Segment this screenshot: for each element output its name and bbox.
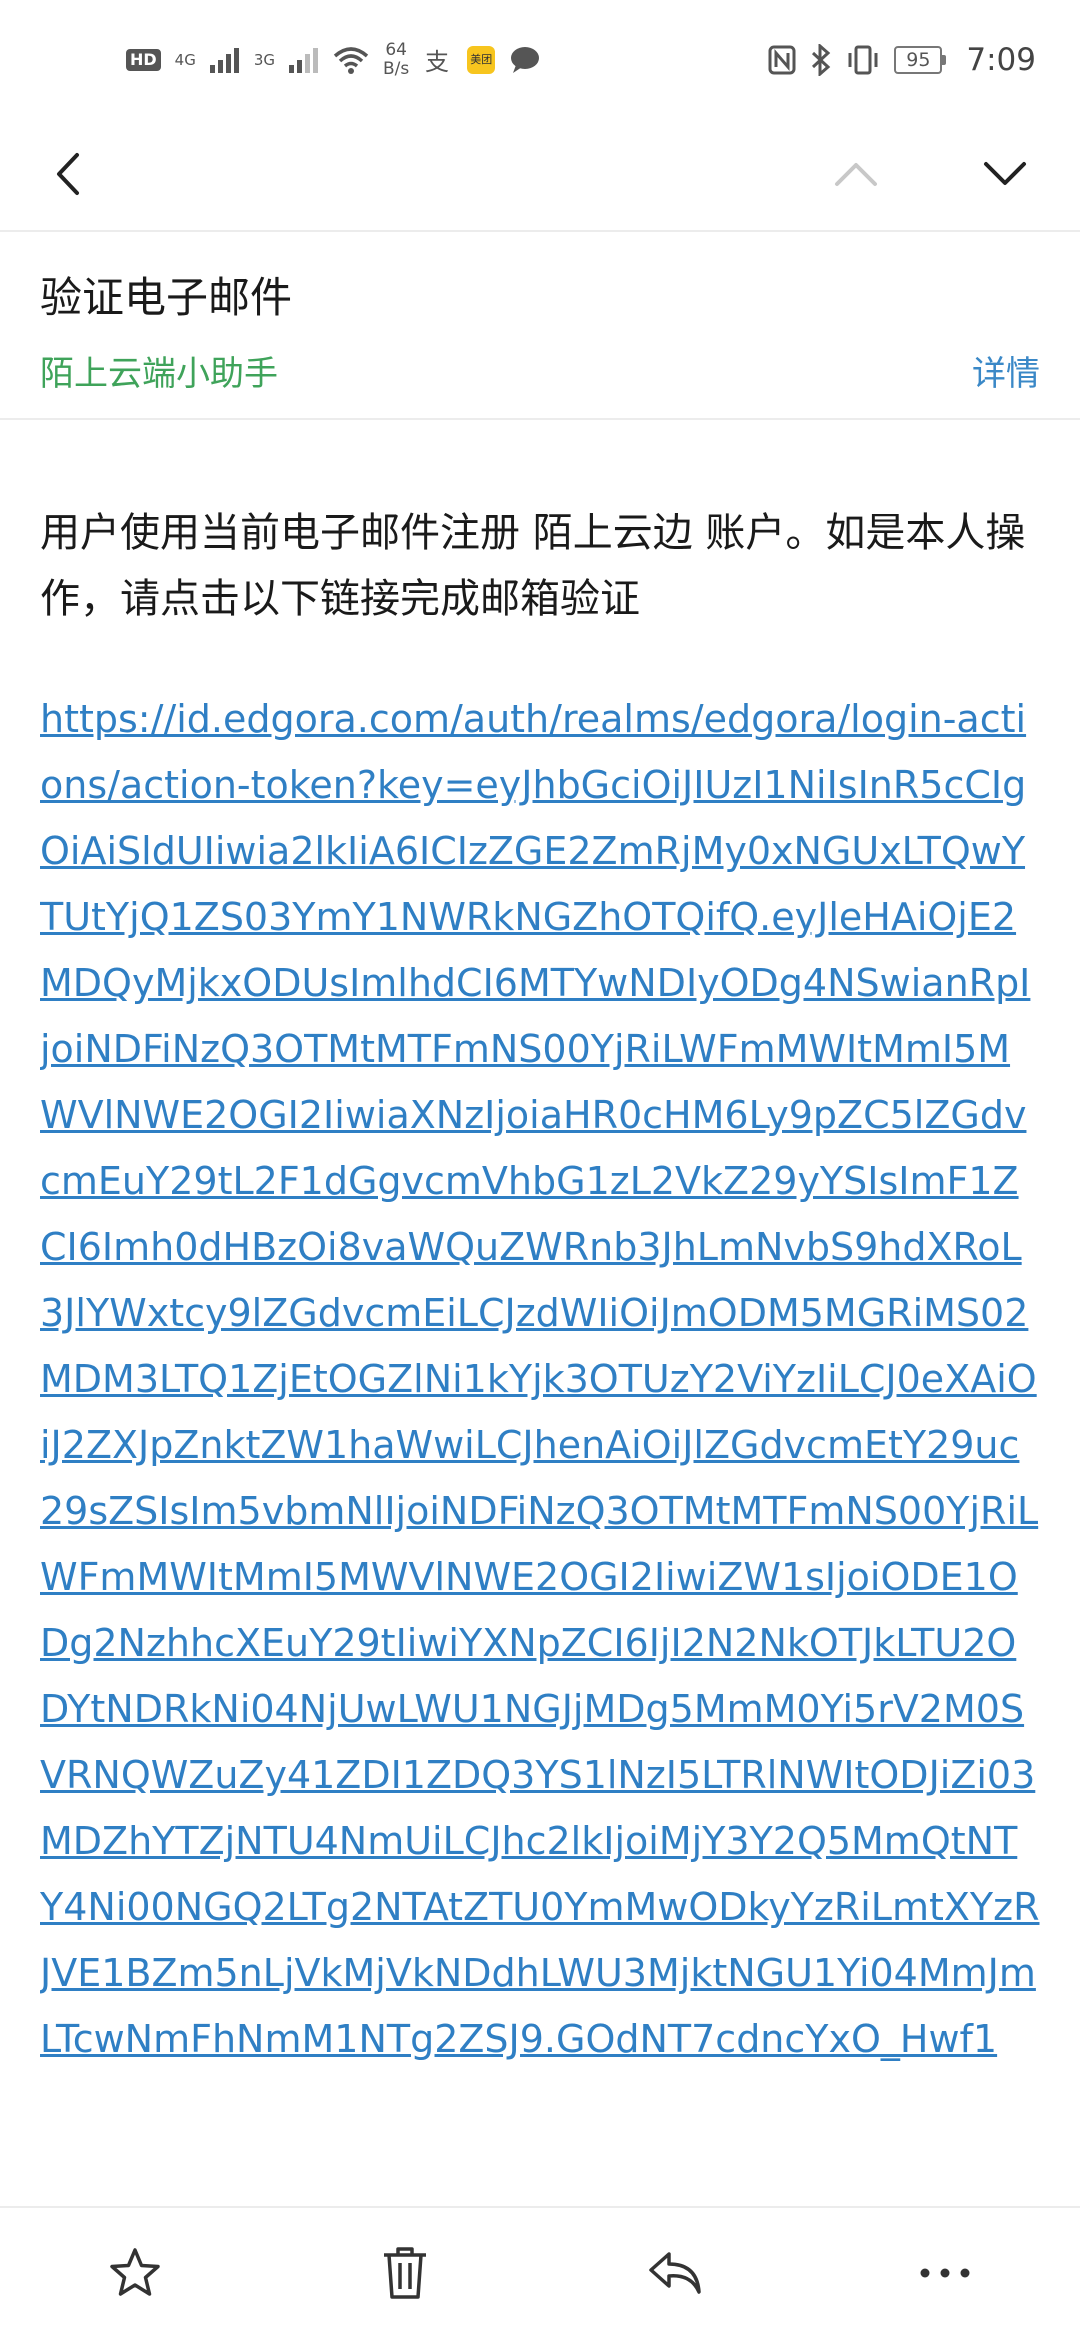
next-email-button[interactable] xyxy=(975,144,1035,204)
email-message: 用户使用当前电子邮件注册 陌上云边 账户。如是本人操作，请点击以下链接完成邮箱验… xyxy=(40,510,1026,622)
previous-email-button[interactable] xyxy=(826,144,886,204)
reply-icon xyxy=(649,2252,701,2294)
svg-text:支: 支 xyxy=(425,48,449,75)
bottom-action-bar xyxy=(0,2206,1080,2340)
chat-bubble-icon xyxy=(511,47,540,73)
signal-4g-label: 4G xyxy=(174,51,196,69)
email-body: 用户使用当前电子邮件注册 陌上云边 账户。如是本人操作，请点击以下链接完成邮箱验… xyxy=(40,500,1040,2200)
speed-value: 64 xyxy=(385,40,407,60)
bluetooth-icon xyxy=(812,44,831,76)
status-left: HD 4G 3G 64 B/s 支 美团 xyxy=(126,41,541,79)
nfc-icon xyxy=(768,45,796,75)
reply-button[interactable] xyxy=(640,2238,710,2308)
signal-3g-label: 3G xyxy=(253,51,276,69)
network-speed: 64 B/s xyxy=(383,41,409,79)
hd-badge: HD xyxy=(126,49,161,71)
email-header: 验证电子邮件 陌上云端小助手 详情 xyxy=(0,234,1080,420)
more-horizontal-icon xyxy=(920,2268,970,2278)
delete-button[interactable] xyxy=(370,2238,440,2308)
chevron-down-icon xyxy=(984,162,1026,185)
more-button[interactable] xyxy=(910,2238,980,2308)
star-icon xyxy=(110,2248,160,2296)
signal-strength-icon xyxy=(289,48,319,73)
alipay-icon: 支 xyxy=(425,48,449,75)
meituan-icon: 美团 xyxy=(467,46,496,74)
wifi-icon xyxy=(333,47,369,74)
trash-icon xyxy=(384,2247,426,2299)
status-right: 95 7:09 xyxy=(768,42,1036,78)
battery-level: 95 xyxy=(894,46,943,74)
chevron-up-icon xyxy=(835,163,877,186)
vibrate-icon xyxy=(848,45,878,75)
speed-unit: B/s xyxy=(383,59,410,79)
status-bar: HD 4G 3G 64 B/s 支 美团 95 7:09 xyxy=(0,0,1080,120)
signal-strength-icon xyxy=(209,48,239,73)
email-sender[interactable]: 陌上云端小助手 xyxy=(40,346,278,395)
back-button[interactable] xyxy=(38,144,98,204)
clock: 7:09 xyxy=(966,42,1036,78)
details-link[interactable]: 详情 xyxy=(972,346,1040,395)
top-toolbar xyxy=(0,120,1080,232)
star-button[interactable] xyxy=(100,2238,170,2308)
email-subject: 验证电子邮件 xyxy=(40,273,293,322)
battery-tip xyxy=(942,55,947,65)
verification-link[interactable]: https://id.edgora.com/auth/realms/edgora… xyxy=(40,686,1040,2072)
battery-indicator: 95 xyxy=(894,46,947,74)
chevron-left-icon xyxy=(57,153,79,195)
